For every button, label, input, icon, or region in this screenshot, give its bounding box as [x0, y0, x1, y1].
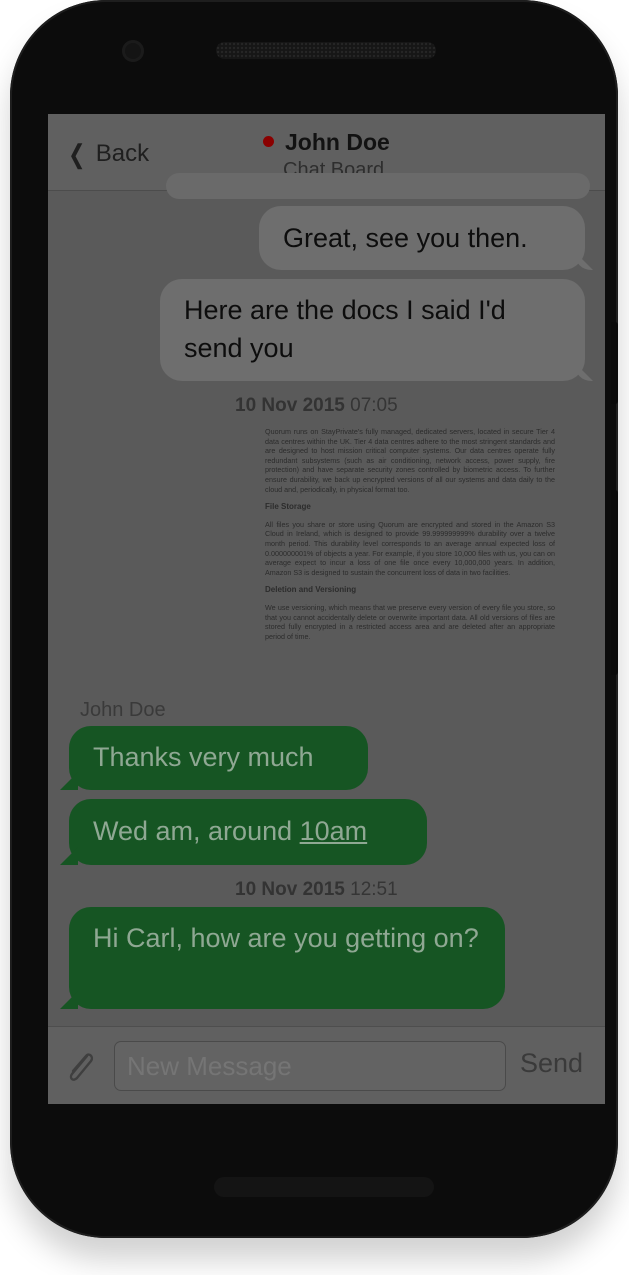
send-button[interactable]: Send: [520, 1048, 583, 1079]
bottom-speaker: [214, 1177, 434, 1197]
online-status-dot: [263, 136, 274, 147]
earpiece-speaker: [216, 42, 436, 59]
incoming-message[interactable]: Thanks very much: [69, 726, 368, 790]
message-input[interactable]: [114, 1041, 506, 1091]
sender-name: John Doe: [80, 699, 166, 721]
incoming-message[interactable]: Hi Carl, how are you getting on?: [69, 907, 505, 1009]
message-list[interactable]: Great, see you then. Here are the docs I…: [48, 173, 605, 1026]
chat-screen: ❮ Back John Doe Chat Board Great, see yo…: [48, 114, 605, 1104]
paperclip-icon[interactable]: [60, 1047, 100, 1087]
message-timestamp: 10 Nov 2015 12:51: [235, 879, 398, 900]
outgoing-message[interactable]: Great, see you then.: [259, 206, 585, 270]
message-bubble-partial: [166, 173, 590, 199]
phone-frame: ❮ Back John Doe Chat Board Great, see yo…: [10, 0, 618, 1238]
front-camera: [122, 40, 144, 62]
power-button: [611, 490, 618, 675]
message-composer: Send: [48, 1026, 605, 1104]
volume-button: [611, 322, 618, 404]
incoming-message[interactable]: Wed am, around 10am: [69, 799, 427, 865]
contact-name: John Doe: [285, 129, 390, 155]
chevron-left-icon: ❮: [68, 139, 86, 169]
document-preview[interactable]: Quorum runs on StayPrivate's fully manag…: [265, 427, 555, 685]
outgoing-message[interactable]: Here are the docs I said I'd send you: [160, 279, 585, 381]
time-link[interactable]: 10am: [300, 816, 368, 846]
message-timestamp: 10 Nov 2015 07:05: [235, 395, 398, 416]
back-button[interactable]: ❮ Back: [66, 140, 149, 168]
back-label: Back: [95, 140, 150, 167]
